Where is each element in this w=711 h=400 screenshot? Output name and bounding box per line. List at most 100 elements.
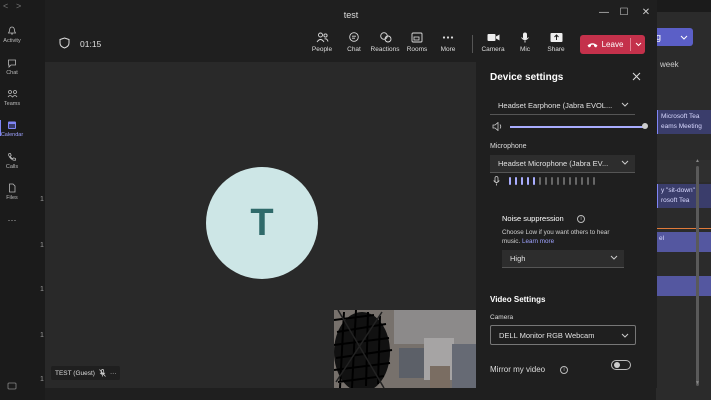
self-video-image <box>334 310 476 388</box>
calendar-hour-label: 1 <box>40 332 44 339</box>
rooms-label: Rooms <box>406 46 428 53</box>
leave-main[interactable]: Leave <box>580 35 630 54</box>
close-icon[interactable] <box>632 72 641 81</box>
calendar-event[interactable]: el <box>656 232 711 252</box>
nav-label: Files <box>6 195 18 201</box>
mic-level-bar <box>569 177 571 185</box>
mic-label: Mic <box>519 46 531 53</box>
calendar-hour-label: 1 <box>40 242 44 249</box>
nav-label: Chat <box>6 70 18 76</box>
mirror-video-toggle[interactable] <box>611 360 631 370</box>
calendar-event[interactable] <box>656 276 711 296</box>
mic-button[interactable]: Mic <box>510 32 540 53</box>
leave-button[interactable]: Leave <box>580 35 645 54</box>
nav-label: Calls <box>5 164 19 170</box>
nav-more-button[interactable]: ··· <box>0 215 24 225</box>
back-arrow-icon[interactable]: < <box>3 1 8 11</box>
microphone-dropdown[interactable]: Headset Microphone (Jabra EV... <box>490 155 635 173</box>
nav-item-activity[interactable]: Activity <box>0 26 24 44</box>
camera-button[interactable]: Camera <box>478 32 508 53</box>
participant-name: TEST (Guest) <box>55 369 95 377</box>
chevron-down-icon <box>621 333 629 338</box>
video-settings-title: Video Settings <box>490 295 546 304</box>
calendar-event[interactable]: y "sit-down" rosoft Tea <box>656 184 711 208</box>
camera-label: Camera <box>481 46 505 53</box>
participant-more-icon[interactable]: ··· <box>110 370 117 377</box>
info-icon[interactable]: i <box>560 366 568 374</box>
mic-level-bar <box>545 177 547 185</box>
chat-icon <box>8 59 16 68</box>
mic-level-bar <box>539 177 541 185</box>
event-subtitle: rosoft Tea <box>661 197 690 204</box>
camera-field-label: Camera <box>490 314 514 321</box>
people-label: People <box>311 46 333 53</box>
noise-desc-text: Choose Low if you want others to hear mu… <box>502 229 610 245</box>
nav-item-chat[interactable]: Chat <box>0 58 24 76</box>
toolbar-divider <box>472 35 473 53</box>
info-icon[interactable]: i <box>577 215 585 223</box>
more-icon <box>442 36 454 39</box>
minimize-button[interactable]: — <box>597 7 611 18</box>
learn-more-link[interactable]: Learn more <box>522 238 554 245</box>
speaker-dropdown[interactable]: Headset Earphone (Jabra EVOL... <box>490 97 635 115</box>
camera-dropdown[interactable]: DELL Monitor RGB Webcam <box>490 325 636 345</box>
leave-options-button[interactable] <box>631 35 645 54</box>
microphone-level-meter <box>509 177 595 185</box>
join-dropdown-button[interactable] <box>675 28 693 46</box>
mic-level-bar <box>575 177 577 185</box>
calendar-hour-label: 1 <box>40 286 44 293</box>
maximize-button[interactable]: ☐ <box>617 7 631 18</box>
reactions-icon <box>379 32 391 43</box>
mic-icon <box>521 32 529 43</box>
rooms-button[interactable]: Rooms <box>402 32 432 53</box>
shield-icon <box>59 37 70 49</box>
nav-item-calls[interactable]: Calls <box>0 152 24 170</box>
calendar-hour-label: 1 <box>40 196 44 203</box>
meeting-window: test — ☐ ✕ 01:15 People Chat Reactions R… <box>45 0 700 388</box>
nav-apps-button[interactable] <box>0 382 24 390</box>
noise-suppression-title: Noise suppression <box>502 214 564 223</box>
mic-level-bar <box>551 177 553 185</box>
chat-icon <box>349 32 359 42</box>
reactions-label: Reactions <box>370 46 400 53</box>
speaker-volume-thumb[interactable] <box>642 123 648 129</box>
scroll-down-icon[interactable]: ▼ <box>695 380 700 386</box>
toggle-knob <box>614 362 620 368</box>
week-selector[interactable]: week <box>660 60 679 69</box>
scroll-up-icon[interactable]: ▲ <box>695 158 700 164</box>
nav-label: Activity <box>3 38 21 44</box>
noise-suppression-dropdown[interactable]: High <box>502 250 624 268</box>
event-subtitle: eams Meeting <box>661 123 702 130</box>
mic-level-bar <box>533 177 535 185</box>
rooms-icon <box>411 32 423 43</box>
camera-icon <box>487 34 499 41</box>
teams-icon <box>7 90 17 98</box>
more-button[interactable]: More <box>433 32 463 53</box>
forward-arrow-icon[interactable]: > <box>16 1 21 11</box>
calendar-slot <box>656 160 711 182</box>
share-button[interactable]: Share <box>541 32 571 53</box>
chat-button[interactable]: Chat <box>339 32 369 53</box>
mic-level-bar <box>593 177 595 185</box>
camera-value: DELL Monitor RGB Webcam <box>499 330 595 340</box>
speaker-volume-slider[interactable] <box>510 126 645 128</box>
nav-item-calendar[interactable]: Calendar <box>0 120 24 138</box>
meeting-toolbar: 01:15 People Chat Reactions Rooms More C… <box>45 27 657 62</box>
people-button[interactable]: People <box>307 32 337 53</box>
share-icon <box>550 33 562 42</box>
meeting-timer: 01:15 <box>80 39 102 49</box>
nav-item-files[interactable]: Files <box>0 183 24 201</box>
speaker-value: Headset Earphone (Jabra EVOL... <box>498 101 613 110</box>
reactions-button[interactable]: Reactions <box>370 32 400 53</box>
panel-scrollbar[interactable] <box>696 166 699 386</box>
device-settings-panel: Device settings Headset Earphone (Jabra … <box>476 62 700 388</box>
chevron-down-icon <box>635 42 641 47</box>
self-video-preview[interactable] <box>334 310 476 388</box>
noise-suppression-value: High <box>510 254 526 263</box>
nav-label: Teams <box>3 101 21 107</box>
more-label: More <box>440 46 456 53</box>
calendar-event[interactable]: Microsoft Tea eams Meeting <box>656 110 711 134</box>
nav-item-teams[interactable]: Teams <box>0 89 24 107</box>
close-window-button[interactable]: ✕ <box>639 7 653 18</box>
chevron-down-icon <box>621 160 629 165</box>
